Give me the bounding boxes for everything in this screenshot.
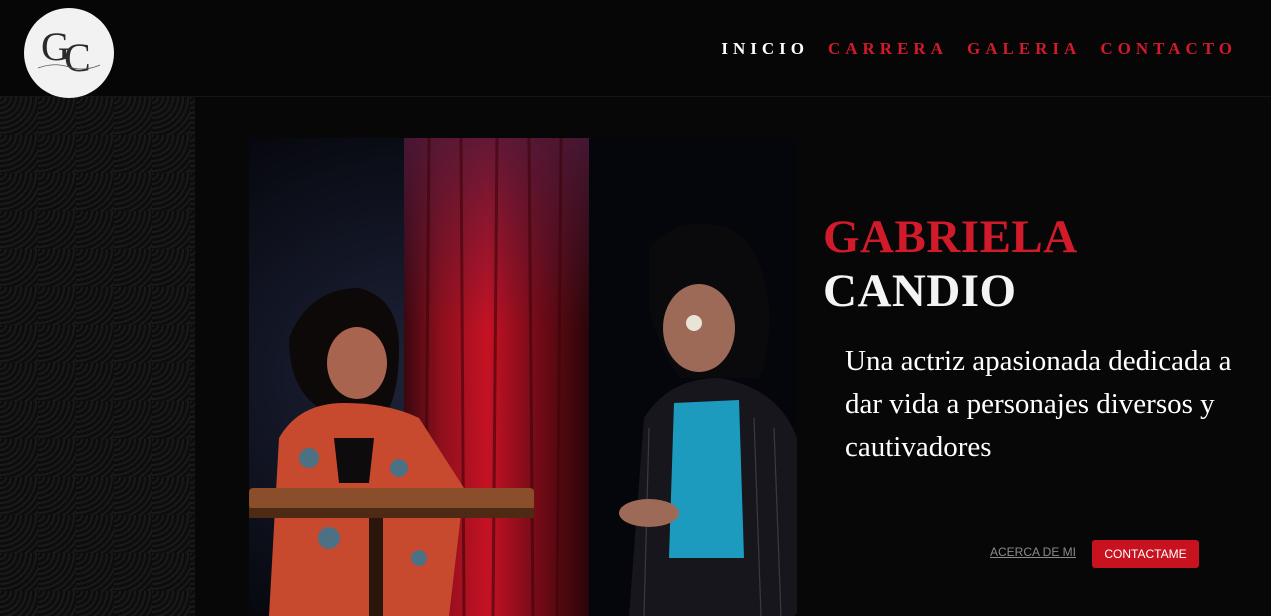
- site-logo[interactable]: G C: [24, 8, 114, 98]
- contact-me-button[interactable]: CONTACTAME: [1092, 540, 1199, 568]
- hero-tagline: Una actriz apasionada dedicada a dar vid…: [845, 345, 1232, 463]
- about-me-button[interactable]: ACERCA DE MI: [990, 545, 1076, 559]
- monogram-logo-icon: G C: [37, 24, 101, 80]
- hero-last-name: CANDIO: [823, 265, 1017, 317]
- hero-photo: [249, 138, 797, 616]
- svg-text:C: C: [64, 35, 91, 80]
- hero-first-name: GABRIELA: [823, 211, 1078, 263]
- hero-photo-image: [249, 138, 797, 616]
- site-header: G C INICIO CARRERA GALERIA CONTACTO: [0, 0, 1271, 98]
- nav-item-contacto[interactable]: CONTACTO: [1100, 39, 1237, 59]
- nav-item-inicio[interactable]: INICIO: [721, 39, 809, 59]
- main-nav: INICIO CARRERA GALERIA CONTACTO: [721, 39, 1237, 59]
- nav-item-carrera[interactable]: CARRERA: [828, 39, 948, 59]
- nav-item-galeria[interactable]: GALERIA: [967, 39, 1081, 59]
- page: G C INICIO CARRERA GALERIA CONTACTO GABR…: [0, 0, 1271, 616]
